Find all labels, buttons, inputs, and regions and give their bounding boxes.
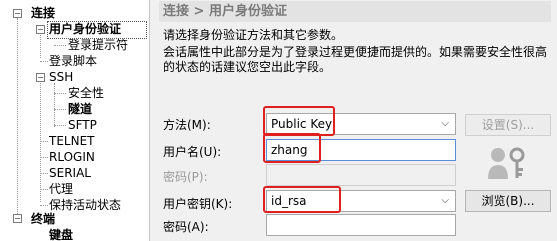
tree-line <box>54 83 55 127</box>
user-key-icon <box>488 147 525 179</box>
tree-item-keepalive[interactable]: 保持活动状态 <box>49 198 121 212</box>
tree-item-proxy[interactable]: 代理 <box>49 182 73 196</box>
tree-line <box>40 78 41 202</box>
tree-item-user-auth[interactable]: 用户身份验证 <box>49 22 121 36</box>
user-key-label: 用户密钥(K): <box>163 197 233 211</box>
highlight-box <box>263 133 321 163</box>
tree-line <box>40 189 48 190</box>
username-label: 用户名(U): <box>163 145 222 159</box>
tree-item-security[interactable]: 安全性 <box>68 86 104 100</box>
tree-line <box>40 141 48 142</box>
tree-line <box>40 32 41 58</box>
page-title: 连接 > 用户身份验证 <box>159 1 551 22</box>
tree-item-serial[interactable]: SERIAL <box>49 166 91 180</box>
tree-line <box>40 173 48 174</box>
tree-item-sftp[interactable]: SFTP <box>68 118 97 132</box>
description-line-3: 的状态的话建议您空出此字段。 <box>163 60 332 74</box>
collapse-icon[interactable]: − <box>36 25 45 34</box>
description-line-1: 请选择身份验证方法和其它参数。 <box>163 28 344 42</box>
tree-item-keyboard[interactable]: 键盘 <box>49 228 73 241</box>
browse-button[interactable]: 浏览(B)... <box>465 190 551 212</box>
passphrase-label: 密码(A): <box>163 220 209 234</box>
tree-line <box>54 45 66 46</box>
tree-line <box>54 125 66 126</box>
settings-button[interactable]: 设置(S)... <box>465 114 551 136</box>
chevron-down-icon: ⌵ <box>441 195 449 206</box>
passphrase-input[interactable] <box>266 214 456 236</box>
tree-item-rlogin[interactable]: RLOGIN <box>49 150 95 164</box>
highlight-box <box>263 106 335 136</box>
tree-item-terminal[interactable]: 终端 <box>31 212 55 226</box>
tree-line <box>40 205 48 206</box>
method-label: 方法(M): <box>163 118 211 132</box>
highlight-box <box>263 186 341 213</box>
tree-line <box>54 109 66 110</box>
description-line-2: 会话属性中此部分是为了登录过程更便捷而提供的。如果需要安全性很高 <box>163 45 548 59</box>
tree-line <box>17 18 18 218</box>
tree-item-tunnel[interactable]: 隧道 <box>68 102 92 116</box>
tree-item-login-prompt[interactable]: 登录提示符 <box>68 38 128 52</box>
tree-item-connection[interactable]: 连接 <box>31 6 55 20</box>
password-input[interactable] <box>266 164 456 186</box>
password-label: 密码(P): <box>163 170 208 184</box>
collapse-icon[interactable]: − <box>36 73 45 82</box>
collapse-icon[interactable]: − <box>13 214 22 223</box>
tree-line <box>40 61 48 62</box>
tree-line <box>40 157 48 158</box>
collapse-icon[interactable]: − <box>13 9 22 18</box>
tree-item-telnet[interactable]: TELNET <box>49 134 95 148</box>
tree-line <box>54 93 66 94</box>
tree-item-login-script[interactable]: 登录脚本 <box>49 54 97 68</box>
settings-tree: − − − − 连接 用户身份验证 登录提示符 登录脚本 SSH 安全性 隧道 … <box>0 0 150 241</box>
chevron-down-icon: ⌵ <box>441 118 449 129</box>
tree-item-ssh[interactable]: SSH <box>49 70 73 84</box>
